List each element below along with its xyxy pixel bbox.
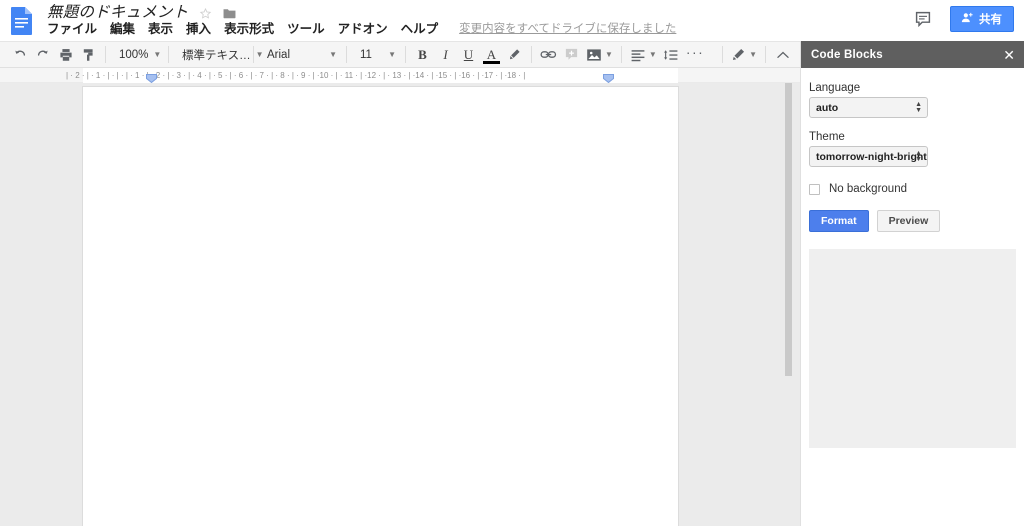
italic-button[interactable]: I: [434, 43, 457, 66]
folder-icon[interactable]: [223, 3, 236, 19]
chevron-down-icon: ▼: [648, 49, 657, 59]
add-comment-icon[interactable]: [560, 43, 583, 66]
zoom-level-dropdown[interactable]: 100% ▼: [111, 43, 163, 66]
image-icon[interactable]: ▼: [583, 43, 616, 66]
person-add-icon: [960, 11, 974, 28]
right-indent-marker-icon[interactable]: [603, 70, 614, 84]
toolbar-divider: [620, 46, 622, 63]
theme-select[interactable]: tomorrow-night-bright ▲ ▼: [809, 146, 928, 167]
ruler-tick-labels: | · 2 · | · 1 · | · | · | · 1 · | · 2 · …: [66, 71, 526, 80]
menu-item-file[interactable]: ファイル: [47, 20, 97, 38]
no-background-checkbox[interactable]: [809, 183, 820, 195]
chevron-down-icon: ▼: [153, 49, 162, 59]
menu-item-format[interactable]: 表示形式: [224, 20, 274, 38]
pencil-icon[interactable]: ▼: [728, 43, 760, 66]
paint-format-icon[interactable]: [77, 43, 100, 66]
toolbar-divider: [531, 46, 532, 63]
toolbar-divider: [105, 46, 106, 63]
theme-value: tomorrow-night-bright: [816, 150, 927, 163]
chevron-down-icon: ▼: [329, 49, 337, 59]
chevron-down-icon: ▼: [749, 49, 757, 59]
top-bar-actions: 共有: [910, 4, 1014, 34]
sidebar-header: Code Blocks ✕: [801, 41, 1024, 68]
stepper-arrows-icon: ▲ ▼: [915, 100, 922, 114]
print-icon[interactable]: [54, 43, 77, 66]
toolbar-divider: [168, 46, 169, 63]
menu-item-help[interactable]: ヘルプ: [401, 20, 439, 38]
chevron-down-icon: ▼: [388, 49, 396, 59]
stepper-arrows-icon: ▲ ▼: [915, 149, 922, 163]
left-indent-marker-icon[interactable]: [146, 70, 157, 84]
toolbar-divider: [722, 46, 724, 63]
sidebar-title: Code Blocks: [811, 48, 883, 61]
line-spacing-icon[interactable]: [660, 43, 683, 66]
toolbar-divider: [405, 46, 406, 63]
save-status-link[interactable]: 変更内容をすべてドライブに保存しました: [459, 20, 676, 38]
highlighter-icon[interactable]: [503, 43, 526, 66]
toolbar-history-group: [0, 41, 100, 68]
link-icon[interactable]: [537, 43, 560, 66]
google-docs-window: 無題のドキュメント ファイル 編集 表示 挿入 表示形式 ツール アドオン ヘル…: [0, 0, 1024, 526]
sidebar-body: Language auto ▲ ▼ Theme tomorrow-night-br…: [801, 68, 1024, 448]
document-page[interactable]: [83, 87, 678, 526]
star-outline-icon[interactable]: [199, 3, 212, 20]
share-button-label: 共有: [979, 14, 1002, 26]
paragraph-style-value: 標準テキス…: [182, 49, 251, 62]
formatting-toolbar: 100% ▼ 標準テキス… ▼ Arial ▼ 11 ▼ B I U A ▼ ▼…: [0, 41, 800, 68]
bold-button[interactable]: B: [411, 43, 434, 66]
menu-bar: ファイル 編集 表示 挿入 表示形式 ツール アドオン ヘルプ 変更内容をすべて…: [47, 19, 676, 39]
text-color-button[interactable]: A: [480, 43, 503, 66]
menu-item-view[interactable]: 表示: [148, 20, 173, 38]
menu-item-addons[interactable]: アドオン: [338, 20, 388, 38]
toolbar-divider: [346, 46, 347, 63]
font-family-dropdown[interactable]: Arial ▼: [259, 43, 341, 66]
redo-icon[interactable]: [31, 43, 54, 66]
language-value: auto: [816, 101, 839, 114]
no-background-checkbox-row[interactable]: No background: [809, 183, 1008, 195]
toolbar-divider: [765, 46, 766, 63]
zoom-level-value: 100%: [119, 48, 149, 61]
sidebar-action-buttons: Format Preview: [809, 210, 1008, 232]
menu-item-insert[interactable]: 挿入: [186, 20, 211, 38]
google-docs-file-icon[interactable]: [8, 6, 36, 36]
chevron-down-icon: ▼: [605, 49, 613, 59]
underline-button[interactable]: U: [457, 43, 480, 66]
vertical-scrollbar-thumb[interactable]: [785, 83, 792, 376]
no-background-label: No background: [829, 183, 907, 195]
chevron-up-icon[interactable]: [771, 43, 794, 66]
font-size-dropdown[interactable]: 11 ▼: [352, 43, 400, 66]
share-button[interactable]: 共有: [950, 6, 1014, 32]
text-color-swatch: [483, 61, 500, 64]
format-button[interactable]: Format: [809, 210, 869, 232]
toolbar-text-style-group: B I U A: [411, 41, 526, 68]
top-bar: 無題のドキュメント ファイル 編集 表示 挿入 表示形式 ツール アドオン ヘル…: [0, 0, 1024, 41]
vertical-scrollbar-track[interactable]: [785, 83, 796, 526]
close-icon[interactable]: ✕: [1003, 48, 1015, 62]
ruler[interactable]: | · 2 · | · 1 · | · | · | · 1 · | · 2 · …: [0, 68, 800, 84]
align-left-icon[interactable]: ▼: [627, 43, 660, 66]
language-select[interactable]: auto ▲ ▼: [809, 97, 928, 118]
paragraph-style-dropdown[interactable]: 標準テキス… ▼: [174, 43, 264, 66]
menu-item-tools[interactable]: ツール: [287, 20, 325, 38]
toolbar-insert-group: ▼: [537, 41, 616, 68]
more-options-icon[interactable]: ···: [683, 43, 708, 66]
font-family-value: Arial: [267, 48, 291, 61]
undo-icon[interactable]: [8, 43, 31, 66]
toolbar-right-group: ▼: [717, 43, 800, 66]
comment-icon[interactable]: [910, 6, 936, 32]
language-label: Language: [809, 82, 861, 94]
font-size-value: 11: [360, 48, 372, 61]
code-blocks-sidebar: Code Blocks ✕ Language auto ▲ ▼ Theme tom…: [800, 41, 1024, 526]
toolbar-divider: [253, 46, 254, 63]
document-canvas: [0, 83, 800, 526]
preview-area: [809, 249, 1016, 448]
theme-label: Theme: [809, 131, 845, 143]
menu-item-edit[interactable]: 編集: [110, 20, 135, 38]
toolbar-paragraph-group: ▼ ···: [627, 41, 707, 68]
preview-button[interactable]: Preview: [876, 210, 941, 232]
